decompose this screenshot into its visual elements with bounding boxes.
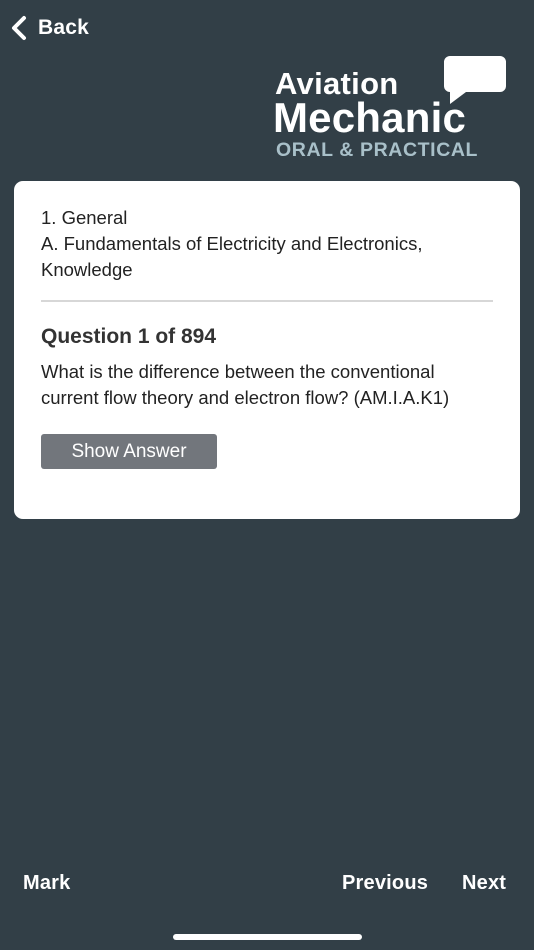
question-count: Question 1 of 894	[41, 325, 217, 348]
chevron-left-icon	[10, 15, 28, 41]
subsection-title: A. Fundamentals of Electricity and Elect…	[41, 233, 423, 280]
mark-button[interactable]: Mark	[23, 868, 71, 898]
next-button[interactable]: Next	[462, 868, 506, 898]
logo-text-oral-practical: ORAL & PRACTICAL	[276, 139, 479, 161]
home-indicator[interactable]	[173, 934, 362, 940]
question-card: 1. General A. Fundamentals of Electricit…	[14, 181, 520, 519]
app-logo: Aviation Mechanic ORAL & PRACTICAL	[272, 54, 512, 164]
section-title: 1. General	[41, 207, 128, 228]
back-button[interactable]: Back	[10, 12, 89, 44]
back-label: Back	[38, 16, 90, 39]
bottom-toolbar: Mark Previous Next	[0, 868, 534, 898]
card-divider	[41, 300, 493, 302]
show-answer-button[interactable]: Show Answer	[41, 434, 217, 469]
question-text: What is the difference between the conve…	[41, 361, 450, 408]
logo-text-mechanic: Mechanic	[273, 94, 466, 141]
previous-button[interactable]: Previous	[342, 868, 428, 898]
